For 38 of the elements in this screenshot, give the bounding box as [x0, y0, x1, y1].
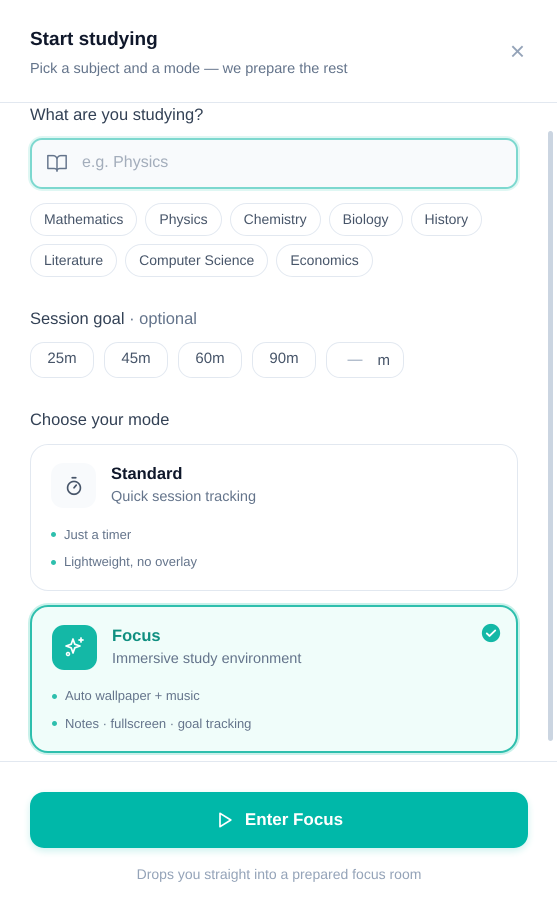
subject-chip[interactable]: Literature — [30, 244, 118, 277]
check-icon — [481, 622, 501, 643]
subject-chip[interactable]: Biology — [328, 202, 403, 236]
subject-chip[interactable]: Economics — [276, 244, 373, 277]
goal-chip[interactable]: 25m — [30, 342, 94, 378]
section-label: What are you studying? — [30, 105, 204, 126]
subject-chip[interactable]: Mathematics — [30, 202, 138, 236]
unit-label: m — [378, 350, 390, 370]
subject-field[interactable]: e.g. Physics — [30, 138, 518, 189]
goal-chip[interactable]: 90m — [252, 342, 316, 378]
goal-chip[interactable]: 45m — [104, 342, 168, 378]
bullet-icon — [52, 721, 57, 726]
scrollbar-thumb[interactable] — [548, 131, 553, 741]
mode-card[interactable]: Standard Quick session tracking Just a timer Lightweight, no overlay — [30, 444, 518, 591]
dialog-subtitle: Pick a subject and a mode — we prepare the rest — [30, 60, 348, 79]
feature-text: Notes · fullscreen · goal tracking — [65, 714, 252, 733]
mode-card[interactable]: Focus Immersive study environment Auto wallpaper + music Notes · fullscreen · goal tracking — [30, 604, 518, 754]
goal-chip[interactable]: 60m — [178, 342, 242, 378]
bullet-icon — [51, 560, 56, 564]
subject-chip[interactable]: History — [410, 202, 482, 236]
feature-text: Just a timer — [64, 526, 132, 544]
footer-note: Drops you straight into a prepared focus room — [136, 865, 422, 884]
bullet-icon — [52, 694, 57, 698]
feature-text: Lightweight, no overlay — [64, 553, 197, 572]
mode-description: Quick session tracking — [111, 488, 256, 507]
stopwatch-icon — [51, 463, 96, 508]
subject-chip[interactable]: Computer Science — [125, 244, 268, 277]
mode-title: Focus — [112, 626, 162, 647]
sparkles-icon — [52, 624, 97, 670]
mode-description: Immersive study environment — [112, 650, 302, 668]
subject-chip[interactable]: Physics — [145, 202, 222, 236]
dialog-title: Start studying — [30, 29, 159, 52]
section-label: Choose your mode — [30, 410, 170, 430]
subject-chip[interactable]: Chemistry — [230, 202, 321, 236]
bullet-icon — [51, 532, 56, 537]
mode-title: Standard — [111, 464, 184, 486]
section-label: Session goal · optional — [30, 308, 198, 330]
feature-text: Auto wallpaper + music — [65, 687, 200, 706]
